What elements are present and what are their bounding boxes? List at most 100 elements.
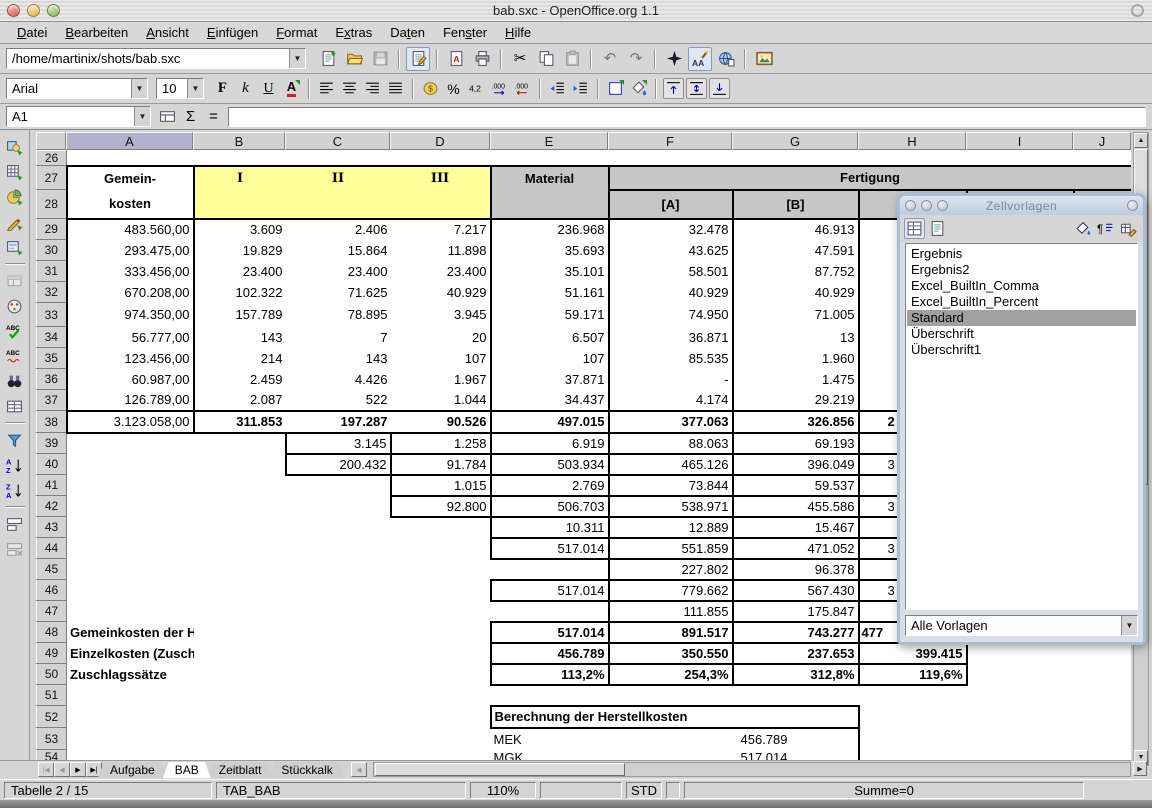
cell-D42[interactable]: 92.800 <box>391 496 491 517</box>
new-style-from-selection-icon[interactable]: ¶ <box>1095 218 1116 239</box>
cell-D41[interactable]: 1.015 <box>391 475 491 496</box>
cell-B36[interactable]: 2.459 <box>194 369 286 390</box>
edit-file-icon[interactable] <box>406 47 430 71</box>
cell-C42[interactable] <box>286 496 391 517</box>
cell-A31[interactable]: 333.456,00 <box>67 261 194 282</box>
column-header-E[interactable]: E <box>490 132 608 150</box>
cell-A35[interactable]: 123.456,00 <box>67 348 194 369</box>
cell-D33[interactable]: 3.945 <box>391 303 491 327</box>
cell-D48[interactable] <box>391 622 491 643</box>
menu-datei[interactable]: Datei <box>8 24 56 41</box>
cell-C35[interactable]: 143 <box>286 348 391 369</box>
stylist-icon[interactable]: AA <box>688 47 712 71</box>
cell-C26[interactable] <box>286 151 391 166</box>
cell-C44[interactable] <box>286 538 391 559</box>
cell-A36[interactable]: 60.987,00 <box>67 369 194 390</box>
paste-icon[interactable] <box>560 47 584 71</box>
cell-F33[interactable]: 74.950 <box>609 303 733 327</box>
row-header-54[interactable]: 54 <box>37 750 67 761</box>
cell-D50[interactable] <box>391 664 491 685</box>
cell-E38[interactable]: 497.015 <box>491 411 609 433</box>
cell-G45[interactable]: 96.378 <box>733 559 859 580</box>
cell-C30[interactable]: 15.864 <box>286 240 391 261</box>
cell-E39[interactable]: 6.919 <box>491 433 609 454</box>
cell-C28[interactable] <box>286 190 391 219</box>
select-all-corner[interactable] <box>36 132 66 150</box>
column-header-H[interactable]: H <box>858 132 966 150</box>
cell-G49[interactable]: 237.653 <box>733 643 859 664</box>
cell-G42[interactable]: 455.586 <box>733 496 859 517</box>
horizontal-scrollbar[interactable] <box>373 762 1131 777</box>
cell-I26[interactable] <box>967 151 1074 166</box>
cell-E51[interactable] <box>491 685 609 706</box>
cell-A29[interactable]: 483.560,00 <box>67 219 194 240</box>
style-item-ergebnis[interactable]: Ergebnis <box>907 246 1136 262</box>
cell-A33[interactable]: 974.350,00 <box>67 303 194 327</box>
cell-G47[interactable]: 175.847 <box>733 601 859 622</box>
row-header-48[interactable]: 48 <box>37 622 67 643</box>
cell-F27[interactable]: Fertigung <box>609 166 1132 190</box>
delete-decimal-icon[interactable]: .000 <box>512 78 533 99</box>
align-justify-icon[interactable] <box>385 78 406 99</box>
cell-reference-value[interactable]: A1 <box>7 109 134 124</box>
cell-E32[interactable]: 51.161 <box>491 282 609 303</box>
cell-A45[interactable] <box>67 559 194 580</box>
cell-F40[interactable]: 465.126 <box>609 454 733 475</box>
cell-D37[interactable]: 1.044 <box>391 390 491 411</box>
cell-E27[interactable]: Material <box>491 166 609 190</box>
scroll-up-icon[interactable]: ▲ <box>1134 133 1148 148</box>
cell-F53[interactable]: 456.789 <box>609 728 859 750</box>
cell-C43[interactable] <box>286 517 391 538</box>
url-combobox[interactable]: /home/martinix/shots/bab.sxc ▼ <box>6 48 306 69</box>
save-document-icon[interactable] <box>368 47 392 71</box>
cell-E49[interactable]: 456.789 <box>491 643 609 664</box>
cell-A47[interactable] <box>67 601 194 622</box>
font-name-combobox[interactable]: Arial ▼ <box>6 78 148 99</box>
cell-D28[interactable] <box>391 190 491 219</box>
cell-D29[interactable]: 7.217 <box>391 219 491 240</box>
hyperlink-dialog-icon[interactable] <box>714 47 738 71</box>
row-header-32[interactable]: 32 <box>37 282 67 303</box>
column-header-F[interactable]: F <box>608 132 732 150</box>
print-document-icon[interactable] <box>470 47 494 71</box>
cell-I49[interactable] <box>967 643 1074 664</box>
cell-G44[interactable]: 471.052 <box>733 538 859 559</box>
style-list[interactable]: ErgebnisErgebnis2Excel_BuiltIn_CommaExce… <box>905 243 1138 610</box>
cell-G32[interactable]: 40.929 <box>733 282 859 303</box>
cell-C27[interactable]: II <box>286 166 391 190</box>
autoformat-icon[interactable] <box>3 269 27 293</box>
cell-E34[interactable]: 6.507 <box>491 327 609 348</box>
cell-J49[interactable] <box>1074 643 1132 664</box>
cell-D45[interactable] <box>391 559 491 580</box>
update-style-icon[interactable] <box>1118 218 1139 239</box>
undo-icon[interactable]: ↶ <box>598 47 622 71</box>
menu-ansicht[interactable]: Ansicht <box>137 24 198 41</box>
url-field[interactable]: /home/martinix/shots/bab.sxc <box>7 51 289 66</box>
formula-icon[interactable]: = <box>203 106 224 127</box>
sort-ascending-icon[interactable]: AZ <box>3 453 27 477</box>
cell-A41[interactable] <box>67 475 194 496</box>
row-header-52[interactable]: 52 <box>37 706 67 728</box>
cell-D47[interactable] <box>391 601 491 622</box>
cell-C46[interactable] <box>286 580 391 601</box>
row-header-33[interactable]: 33 <box>37 303 67 327</box>
style-item--berschrift1[interactable]: Überschrift1 <box>907 342 1136 358</box>
cell-C52[interactable] <box>286 706 391 728</box>
row-header-43[interactable]: 43 <box>37 517 67 538</box>
row-header-41[interactable]: 41 <box>37 475 67 496</box>
style-item-standard[interactable]: Standard <box>907 310 1136 326</box>
open-document-icon[interactable] <box>342 47 366 71</box>
autofilter-icon[interactable] <box>3 428 27 452</box>
cell-E44[interactable]: 517.014 <box>491 538 609 559</box>
status-range-name[interactable]: TAB_BAB <box>216 782 466 799</box>
panel-rollup-button[interactable] <box>1127 200 1138 211</box>
cell-A50[interactable]: Zuschlagssätze <box>67 664 194 685</box>
row-header-40[interactable]: 40 <box>37 454 67 475</box>
cell-H50[interactable]: 119,6% <box>859 664 967 685</box>
cell-C38[interactable]: 197.287 <box>286 411 391 433</box>
cell-H52[interactable] <box>859 706 967 728</box>
cell-G41[interactable]: 59.537 <box>733 475 859 496</box>
data-sources-icon[interactable] <box>3 394 27 418</box>
style-filter-value[interactable]: Alle Vorlagen <box>906 618 1121 633</box>
menu-fenster[interactable]: Fenster <box>434 24 496 41</box>
